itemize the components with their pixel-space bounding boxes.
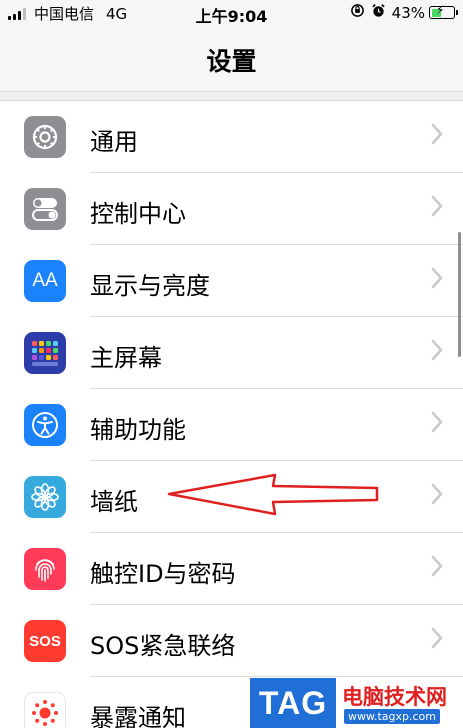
accessibility-icon (24, 404, 66, 446)
scroll-indicator[interactable] (458, 232, 461, 357)
settings-item-touch-id-passcode[interactable]: 触控ID与密码 (0, 533, 463, 605)
chevron-right-icon (431, 267, 443, 293)
settings-item-display-brightness[interactable]: AA 显示与亮度 (0, 245, 463, 317)
chevron-right-icon (431, 627, 443, 653)
fingerprint-icon (24, 548, 66, 590)
exposure-notification-icon (24, 692, 66, 728)
battery-icon: ⚡ (429, 3, 458, 19)
text-size-icon: AA (24, 260, 66, 302)
gear-icon (24, 116, 66, 158)
settings-item-label: 主屏幕 (90, 344, 162, 372)
status-bar: 中国电信 4G 上午9:04 43% ⚡ (0, 0, 463, 26)
settings-item-general[interactable]: 通用 (0, 101, 463, 173)
settings-item-label: 通用 (90, 128, 138, 156)
chevron-right-icon (431, 339, 443, 365)
settings-list: 通用 控制中心 AA 显示与亮度 主屏幕 辅助功能 墙纸 触控ID与密码 SOS… (0, 100, 463, 728)
chevron-right-icon (431, 195, 443, 221)
watermark-title: 电脑技术网 (342, 685, 447, 709)
page-title: 设置 (206, 47, 257, 76)
settings-item-label: SOS紧急联络 (90, 632, 236, 660)
settings-item-home-screen[interactable]: 主屏幕 (0, 317, 463, 389)
watermark-tag: TAG (250, 678, 336, 728)
settings-item-label: 控制中心 (90, 200, 186, 228)
settings-item-label: 墙纸 (90, 488, 138, 516)
settings-item-label: 显示与亮度 (90, 272, 210, 300)
settings-item-label: 暴露通知 (90, 704, 186, 728)
chevron-right-icon (431, 483, 443, 509)
toggle-switches-icon (24, 188, 66, 230)
settings-item-label: 触控ID与密码 (90, 560, 236, 588)
watermark-url: www.tagxp.com (344, 709, 440, 724)
chevron-right-icon (431, 411, 443, 437)
navigation-bar: 设置 (0, 24, 463, 92)
settings-item-label: 辅助功能 (90, 416, 186, 444)
settings-item-accessibility[interactable]: 辅助功能 (0, 389, 463, 461)
battery-percent: 43% (391, 3, 425, 22)
alarm-clock-icon (371, 3, 386, 22)
sos-icon: SOS (24, 620, 66, 662)
settings-item-control-center[interactable]: 控制中心 (0, 173, 463, 245)
wallpaper-flower-icon (24, 476, 66, 518)
chevron-right-icon (431, 123, 443, 149)
settings-item-emergency-sos[interactable]: SOS SOS紧急联络 (0, 605, 463, 677)
orientation-lock-icon (350, 3, 365, 22)
annotation-arrow (167, 473, 379, 516)
chevron-right-icon (431, 555, 443, 581)
home-screen-grid-icon (24, 332, 66, 374)
watermark-logo: TAG 电脑技术网 www.tagxp.com (250, 678, 463, 728)
